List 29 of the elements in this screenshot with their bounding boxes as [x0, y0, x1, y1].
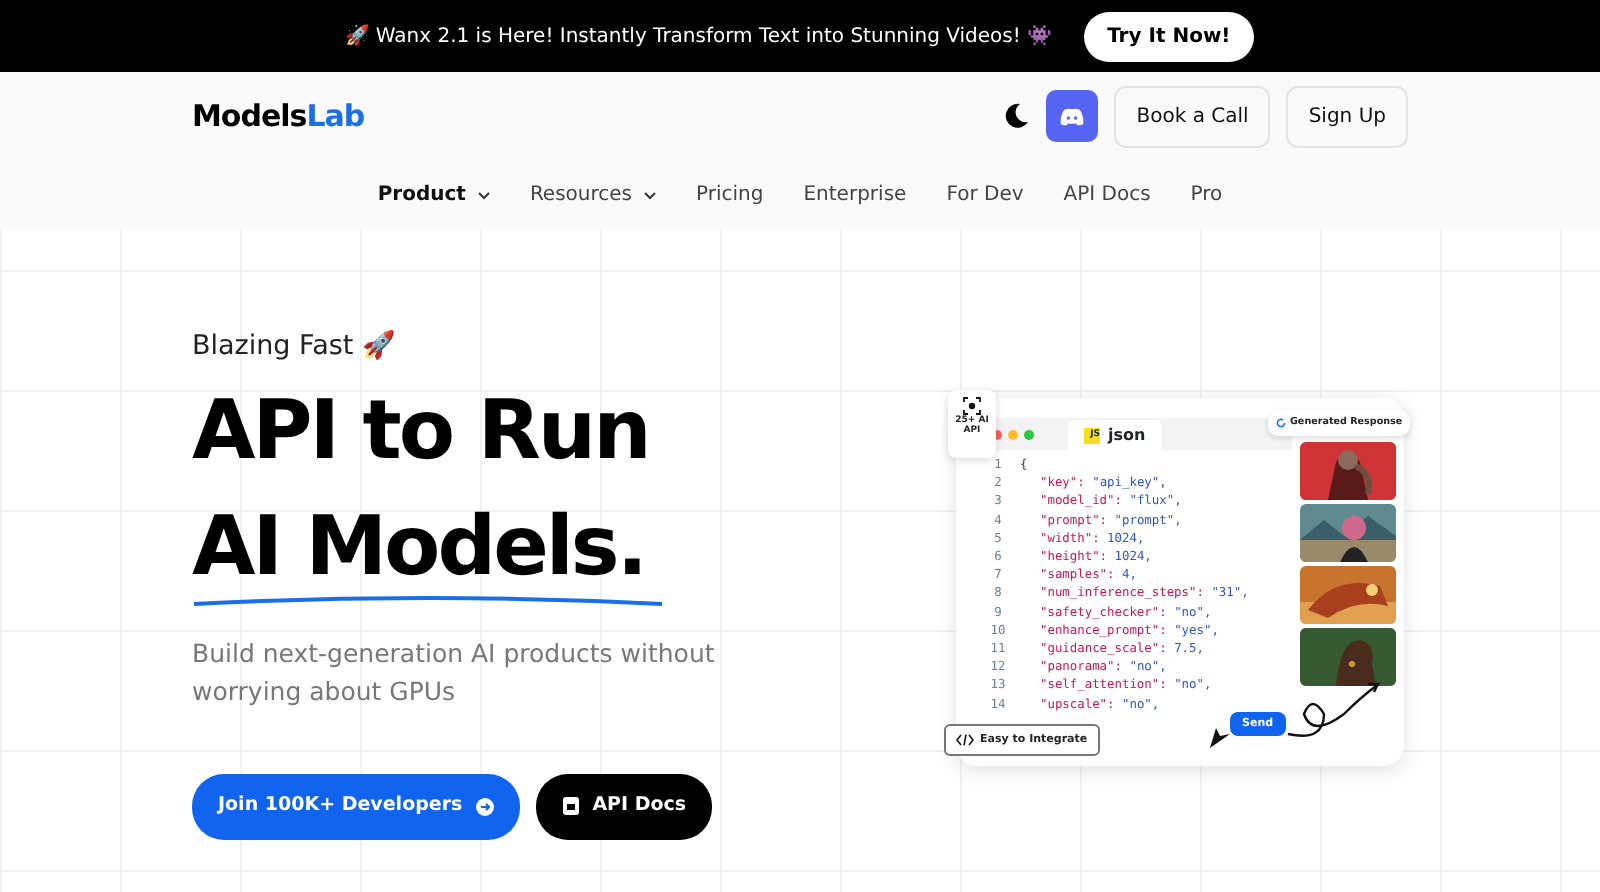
nav-item[interactable]: Pro — [1190, 180, 1223, 210]
hero-subtitle: Build next-generation AI products without worrying about GPUs — [192, 636, 717, 711]
window-dot — [1024, 429, 1034, 439]
nav-item[interactable]: API Docs — [1063, 180, 1151, 210]
nav-item[interactable]: Enterprise — [803, 180, 907, 210]
join-button[interactable]: Join 100K+ Developers — [192, 774, 521, 839]
refresh-icon — [1276, 418, 1286, 429]
hero-title: AI Models. — [192, 498, 645, 595]
announcement-text: 🚀 Wanx 2.1 is Here! Instantly Transform Text into Stunning Videos! 👾 — [345, 22, 1052, 51]
nav-item[interactable]: For Dev — [946, 180, 1024, 210]
logo[interactable]: ModelsLab — [192, 93, 365, 139]
header-button[interactable]: Sign Up — [1286, 85, 1408, 147]
scan-icon — [962, 396, 982, 416]
api-docs-button[interactable]: API Docs — [536, 774, 713, 839]
discord-icon — [1060, 107, 1085, 125]
dark-mode-icon[interactable] — [1002, 102, 1031, 130]
nav-item[interactable]: Resources — [529, 180, 657, 210]
window-dot — [1008, 429, 1018, 439]
arrow-icon — [476, 797, 495, 816]
nav-item[interactable]: Product — [377, 180, 490, 210]
discord-button[interactable] — [1046, 90, 1099, 142]
nav-item[interactable]: Pricing — [696, 180, 764, 210]
try-now-button[interactable]: Try It Now! — [1083, 11, 1255, 61]
header-button[interactable]: Book a Call — [1114, 85, 1271, 147]
document-icon — [562, 796, 581, 817]
hero-title: API to Run — [192, 380, 649, 483]
cursor-icon — [1208, 726, 1232, 750]
eyebrow-text: Blazing Fast 🚀 — [192, 328, 398, 366]
code-icon — [956, 734, 974, 747]
